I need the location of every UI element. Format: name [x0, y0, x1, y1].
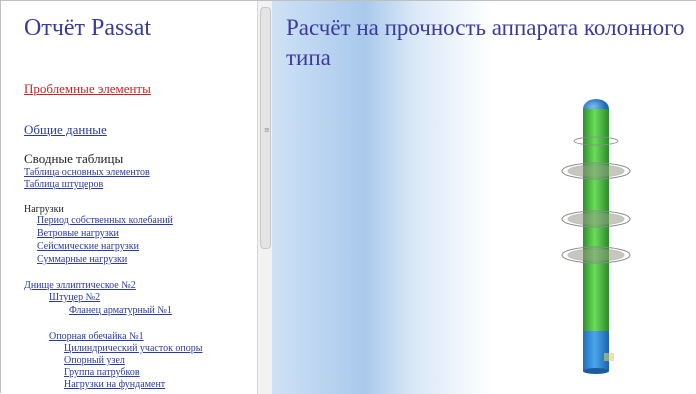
general-data-link[interactable]: Общие данные	[24, 122, 107, 138]
grip-lines-icon: ≡	[264, 126, 270, 134]
support-skirt	[583, 331, 609, 371]
report-navigation: Отчёт Passat Проблемные элементы Общие д…	[1, 1, 257, 394]
support-shell-link[interactable]: Опорная обечайка №1	[49, 331, 144, 342]
natural-period-link[interactable]: Период собственных колебаний	[37, 215, 173, 226]
report-window: Отчёт Passat Проблемные элементы Общие д…	[0, 0, 696, 394]
navigation-scrollbar[interactable]: ≡	[257, 1, 273, 394]
scrollbar-thumb[interactable]: ≡	[260, 7, 271, 249]
nozzle-link[interactable]: Штуцер №2	[49, 292, 100, 303]
support-node-link[interactable]: Опорный узел	[64, 355, 125, 366]
column-apparatus-model	[561, 99, 631, 374]
flange-link[interactable]: Фланец арматурный №1	[69, 305, 172, 316]
wind-loads-link[interactable]: Ветровые нагрузки	[37, 228, 119, 239]
foundation-loads-link[interactable]: Нагрузки на фундамент	[64, 379, 165, 390]
cylindrical-support-link[interactable]: Цилиндрический участок опоры	[64, 343, 203, 354]
main-elements-table-link[interactable]: Таблица основных элементов	[24, 167, 150, 178]
elliptical-head-link[interactable]: Днище эллиптическое №2	[24, 280, 136, 291]
seismic-loads-link[interactable]: Сейсмические нагрузки	[37, 241, 139, 252]
problem-elements-link[interactable]: Проблемные элементы	[24, 81, 151, 97]
loads-heading: Нагрузки	[24, 204, 64, 215]
summary-tables-heading: Сводные таблицы	[24, 151, 124, 166]
report-content: Расчёт на прочность аппарата колонного т…	[272, 1, 696, 394]
nozzles-table-link[interactable]: Таблица штуцеров	[24, 179, 103, 190]
total-loads-link[interactable]: Суммарные нагрузки	[37, 254, 127, 265]
pipe-group-link[interactable]: Группа патрубков	[64, 367, 140, 378]
page-title: Расчёт на прочность аппарата колонного т…	[286, 15, 685, 70]
report-title: Отчёт Passat	[24, 15, 152, 41]
